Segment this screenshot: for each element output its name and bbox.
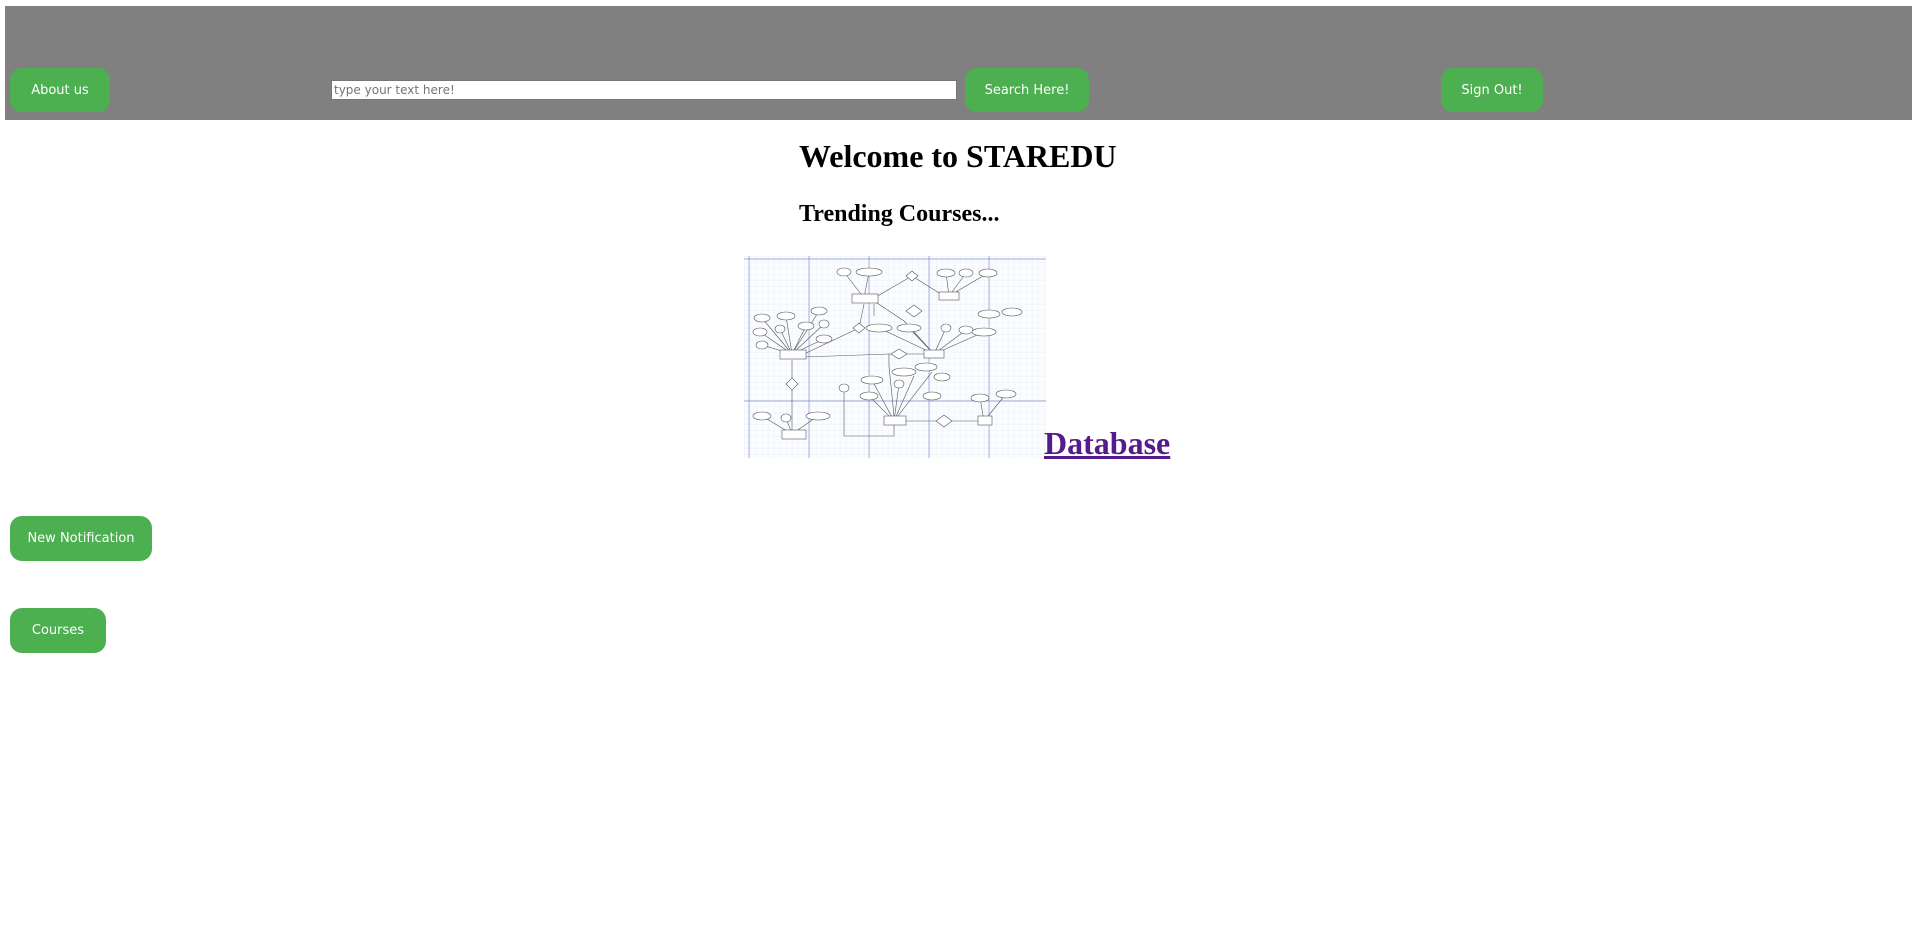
new-notification-button[interactable]: New Notification [10, 516, 152, 561]
about-us-button[interactable]: About us [10, 68, 110, 112]
trending-courses-heading: Trending Courses... [799, 201, 1000, 227]
search-input[interactable] [331, 80, 957, 100]
top-navigation-bar [5, 6, 1912, 120]
database-course-link[interactable]: Database [1044, 425, 1170, 462]
search-button[interactable]: Search Here! [965, 68, 1089, 112]
courses-button[interactable]: Courses [10, 608, 106, 653]
page-title: Welcome to STAREDU [799, 138, 1117, 174]
er-diagram-image[interactable] [744, 256, 1046, 458]
sign-out-button[interactable]: Sign Out! [1441, 68, 1543, 112]
